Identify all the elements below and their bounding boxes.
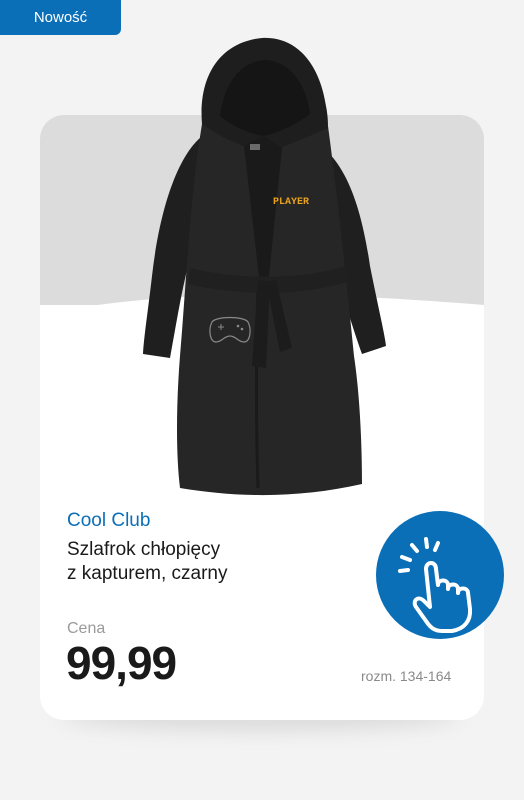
product-name-line-2: z kapturem, czarny: [67, 563, 228, 584]
robe-print-text: PLAYER: [273, 197, 309, 208]
product-brand[interactable]: Cool Club: [67, 510, 150, 532]
product-name[interactable]: Szlafrok chłopięcy z kapturem, czarny: [67, 538, 307, 586]
product-image-bathrobe[interactable]: PLAYER: [140, 36, 390, 498]
new-badge: Nowość: [0, 0, 121, 35]
product-name-line-1: Szlafrok chłopięcy: [67, 539, 221, 560]
tap-to-view-button[interactable]: [376, 511, 504, 639]
size-range: rozm. 134-164: [361, 668, 452, 684]
hand-tap-icon: [398, 537, 473, 633]
product-price: 99,99: [66, 637, 177, 689]
